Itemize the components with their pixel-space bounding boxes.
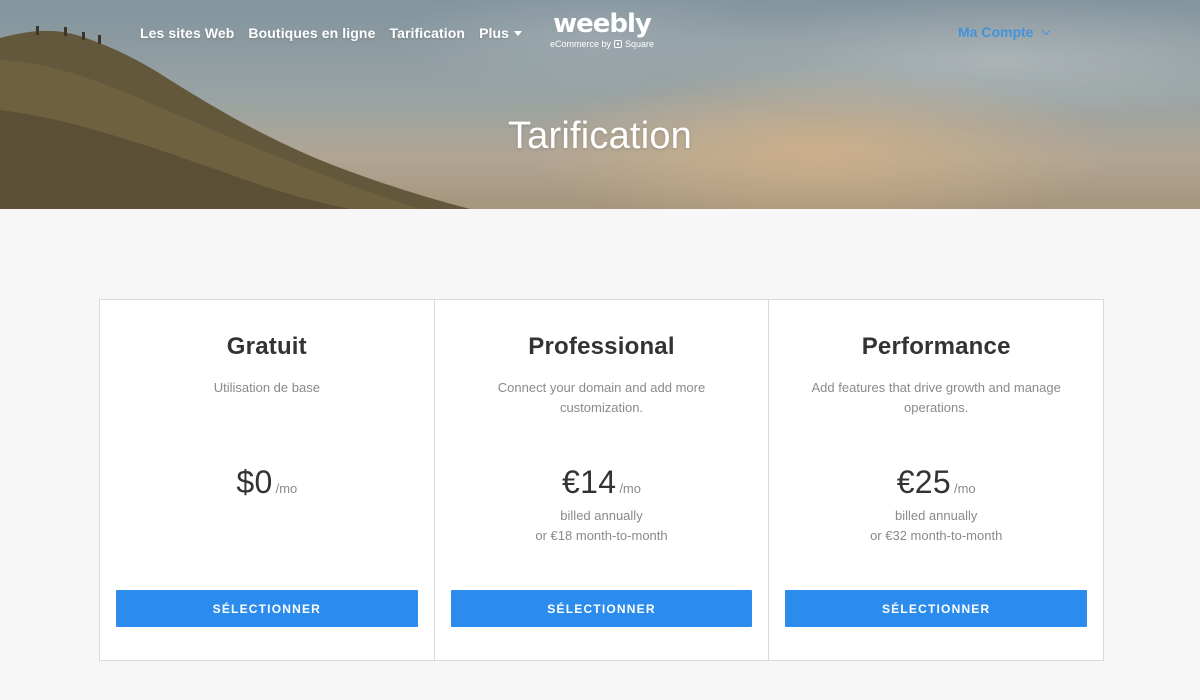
plan-card-performance: Performance Add features that drive grow… (769, 300, 1103, 660)
price-amount: €14 (562, 464, 617, 500)
billing-line-2: or €18 month-to-month (535, 528, 668, 543)
price-unit: /mo (619, 481, 641, 496)
pricing-plans: Gratuit Utilisation de base $0/mo SÉLECT… (99, 299, 1104, 661)
plan-card-free: Gratuit Utilisation de base $0/mo SÉLECT… (100, 300, 435, 660)
page-title: Tarification (507, 115, 693, 157)
nav-more-label: Plus (479, 25, 510, 41)
main-nav: Les sites Web Boutiques en ligne Tarific… (140, 25, 536, 41)
plan-card-professional: Professional Connect your domain and add… (435, 300, 770, 660)
select-free-button[interactable]: SÉLECTIONNER (116, 590, 418, 627)
account-menu[interactable]: Ma Compte (958, 24, 1051, 40)
hero-banner: Les sites Web Boutiques en ligne Tarific… (0, 0, 1200, 209)
nav-link-pricing[interactable]: Tarification (389, 25, 465, 41)
nav-link-stores[interactable]: Boutiques en ligne (248, 25, 375, 41)
plan-name: Performance (861, 333, 1011, 360)
account-label: Ma Compte (958, 24, 1034, 40)
nav-link-sites[interactable]: Les sites Web (140, 25, 234, 41)
plan-description: Add features that drive growth and manag… (811, 380, 1061, 415)
plan-billing: billed annually or €18 month-to-month (435, 506, 769, 546)
logo-sub-prefix: eCommerce by (549, 39, 611, 49)
plan-price: $0/mo (100, 464, 434, 501)
nav-more-menu[interactable]: Plus (479, 25, 523, 41)
plan-price: €14/mo (435, 464, 769, 501)
plan-name: Professional (528, 333, 675, 360)
plan-description: Utilisation de base (213, 380, 320, 395)
square-logo-icon (614, 40, 622, 48)
price-unit: /mo (275, 481, 298, 496)
plan-billing: billed annually or €32 month-to-month (769, 506, 1103, 546)
billing-line-2: or €32 month-to-month (870, 528, 1003, 543)
billing-line-1: billed annually (560, 508, 643, 523)
caret-down-icon (514, 31, 523, 36)
select-performance-button[interactable]: SÉLECTIONNER (785, 590, 1088, 627)
logo-wordmark: weebly (553, 9, 652, 39)
select-professional-button[interactable]: SÉLECTIONNER (450, 590, 753, 627)
price-amount: $0 (236, 464, 273, 500)
price-unit: /mo (953, 481, 976, 496)
plan-name: Gratuit (226, 333, 307, 360)
chevron-down-icon (1042, 26, 1051, 35)
logo-subtitle: eCommerce by Square (548, 38, 656, 50)
billing-line-1: billed annually (894, 508, 978, 523)
logo-sub-brand: Square (625, 39, 655, 49)
price-amount: €25 (896, 464, 951, 500)
plan-price: €25/mo (769, 464, 1103, 501)
weebly-logo[interactable]: weebly eCommerce by Square (548, 10, 656, 50)
plan-description: Connect your domain and add more customi… (497, 380, 706, 415)
